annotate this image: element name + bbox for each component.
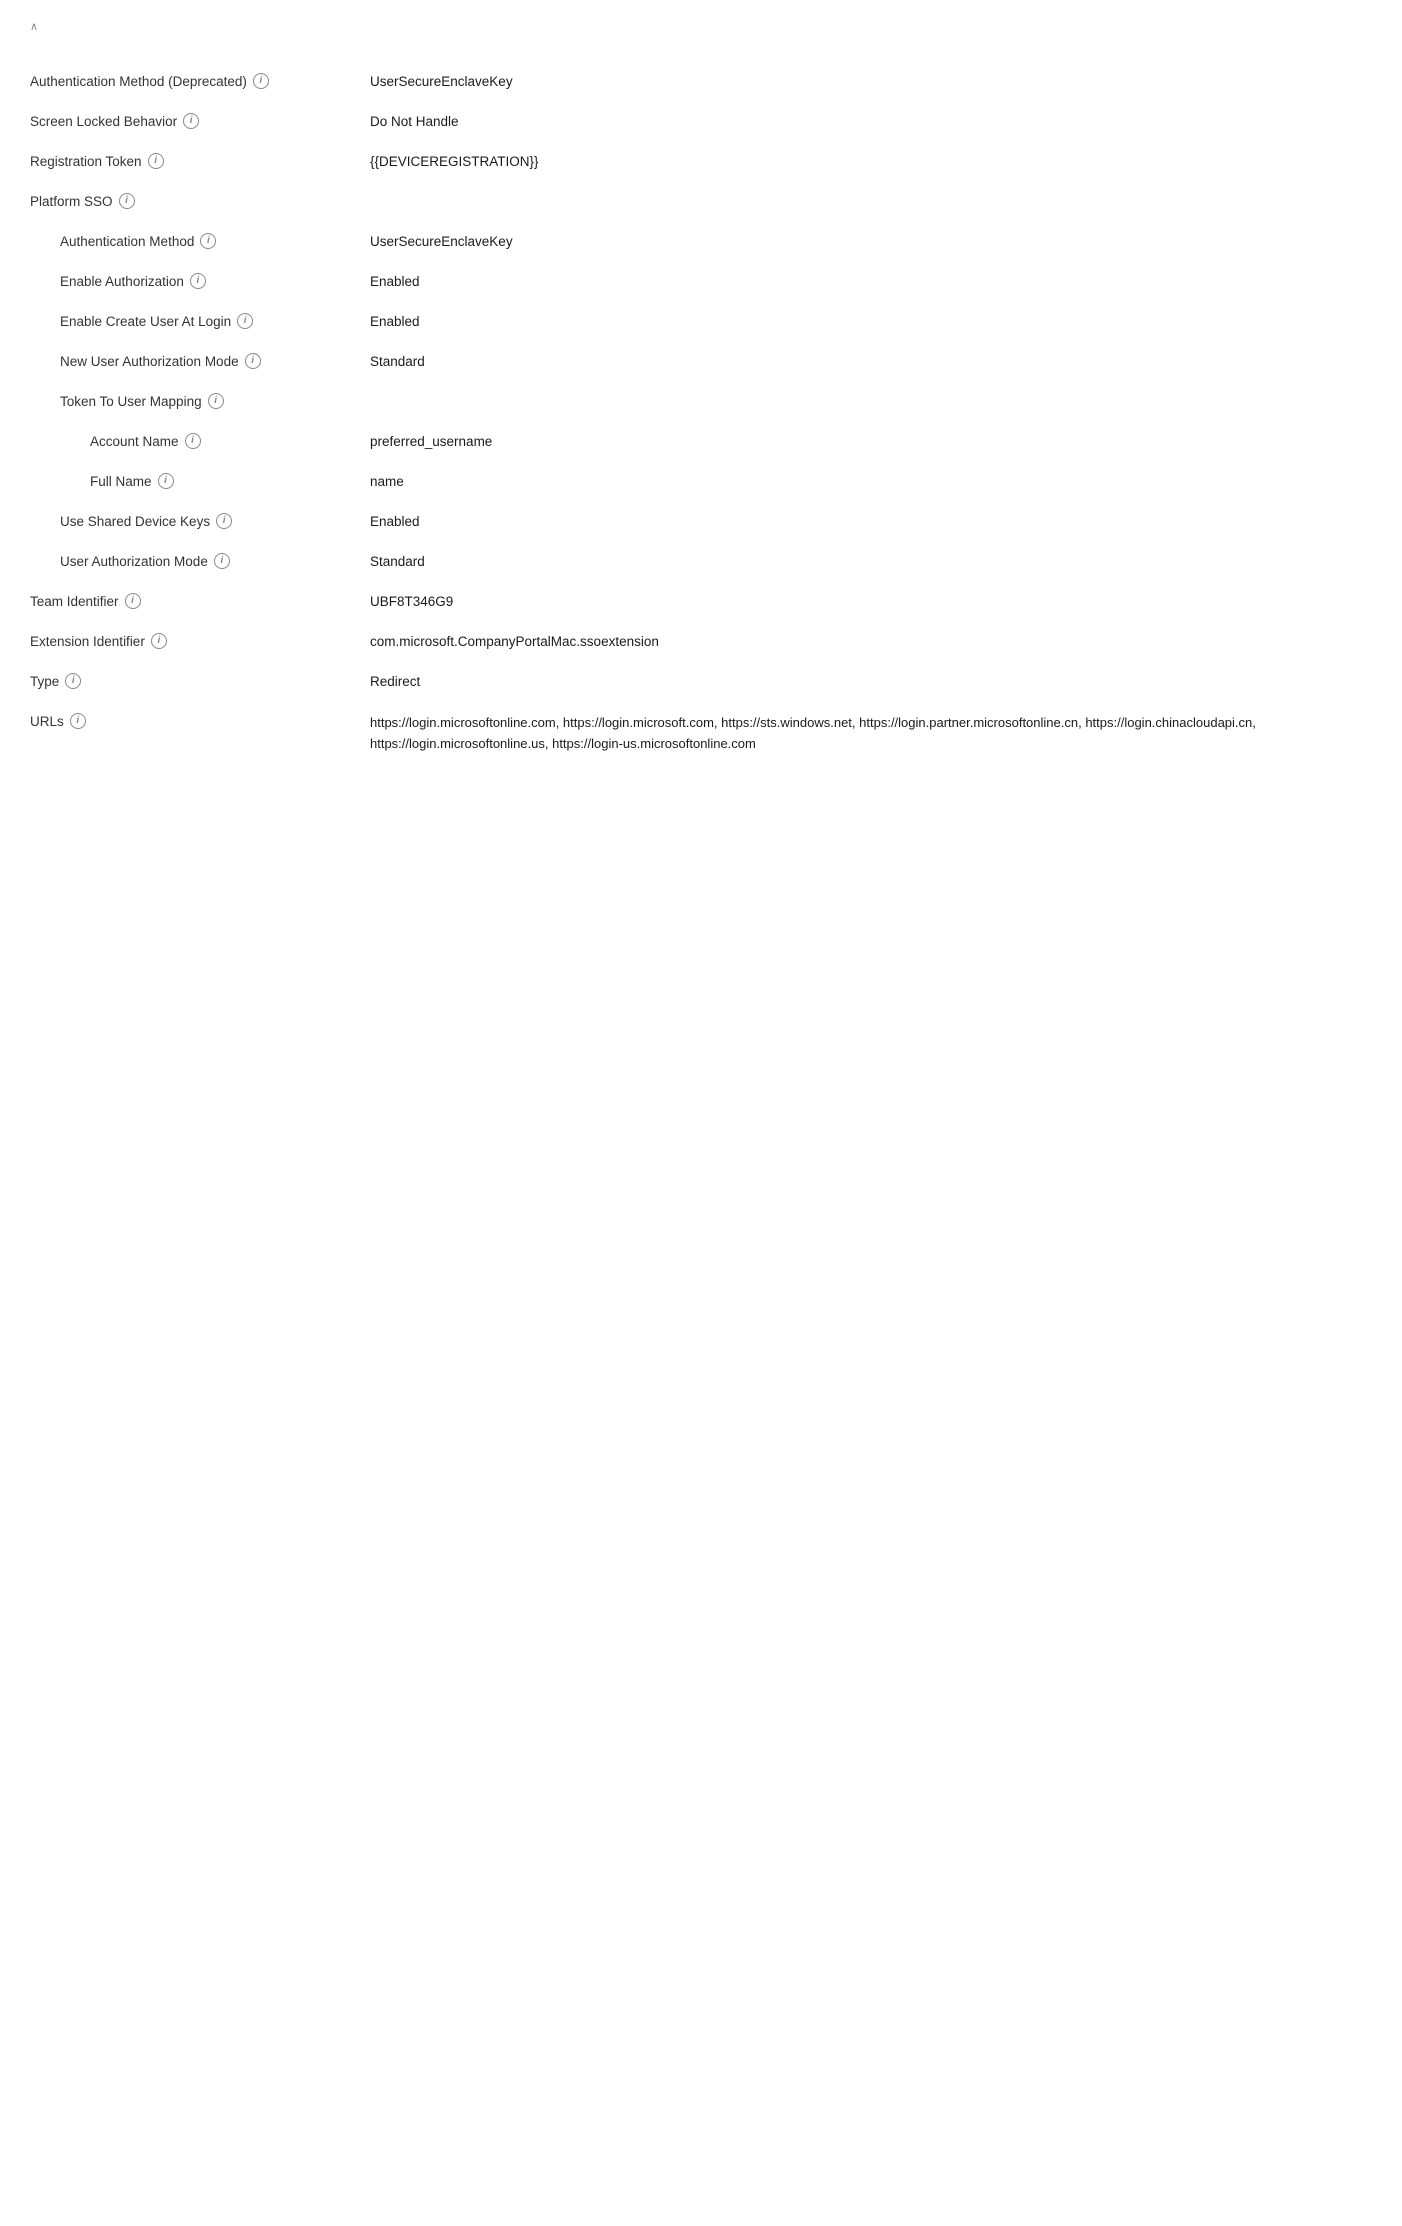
field-label-enable-create-user: Enable Create User At Login i: [30, 313, 370, 329]
field-value-new-user-auth-mode: Standard: [370, 353, 1372, 369]
info-icon-team-identifier[interactable]: i: [125, 593, 141, 609]
field-label-team-identifier: Team Identifier i: [30, 593, 370, 609]
breadcrumb: ∧: [30, 20, 1372, 33]
info-icon-account-name[interactable]: i: [185, 433, 201, 449]
label-text-urls: URLs: [30, 714, 64, 729]
field-label-enable-authorization: Enable Authorization i: [30, 273, 370, 289]
section-label-platform-sso: Platform SSO i: [30, 193, 370, 209]
field-row-team-identifier: Team Identifier i UBF8T346G9: [30, 581, 1372, 621]
field-row-urls: URLs i https://login.microsoftonline.com…: [30, 701, 1372, 767]
breadcrumb-chevron: ∧: [30, 20, 38, 33]
field-value-full-name: name: [370, 473, 1372, 489]
field-row-enable-create-user: Enable Create User At Login i Enabled: [30, 301, 1372, 341]
field-row-auth-method: Authentication Method i UserSecureEnclav…: [30, 221, 1372, 261]
label-text-auth-method: Authentication Method: [60, 234, 194, 249]
field-label-auth-method: Authentication Method i: [30, 233, 370, 249]
field-value-type: Redirect: [370, 673, 1372, 689]
field-value-urls: https://login.microsoftonline.com, https…: [370, 713, 1372, 755]
field-label-registration-token: Registration Token i: [30, 153, 370, 169]
field-value-enable-create-user: Enabled: [370, 313, 1372, 329]
field-label-screen-locked-behavior: Screen Locked Behavior i: [30, 113, 370, 129]
section-label-token-user-mapping: Token To User Mapping i: [30, 393, 370, 409]
field-row-screen-locked-behavior: Screen Locked Behavior i Do Not Handle: [30, 101, 1372, 141]
field-label-full-name: Full Name i: [30, 473, 370, 489]
label-text-new-user-auth-mode: New User Authorization Mode: [60, 354, 239, 369]
label-text-account-name: Account Name: [90, 434, 179, 449]
info-icon-user-auth-mode[interactable]: i: [214, 553, 230, 569]
info-icon-token-user-mapping[interactable]: i: [208, 393, 224, 409]
info-icon-full-name[interactable]: i: [158, 473, 174, 489]
info-icon-urls[interactable]: i: [70, 713, 86, 729]
section-platform-sso: Platform SSO i: [30, 181, 1372, 221]
field-row-full-name: Full Name i name: [30, 461, 1372, 501]
info-icon-type[interactable]: i: [65, 673, 81, 689]
field-value-use-shared-device-keys: Enabled: [370, 513, 1372, 529]
label-text-registration-token: Registration Token: [30, 154, 142, 169]
label-text-user-auth-mode: User Authorization Mode: [60, 554, 208, 569]
field-value-registration-token: {{DEVICEREGISTRATION}}: [370, 153, 1372, 169]
field-label-auth-method-deprecated: Authentication Method (Deprecated) i: [30, 73, 370, 89]
field-row-extension-identifier: Extension Identifier i com.microsoft.Com…: [30, 621, 1372, 661]
info-icon-extension-identifier[interactable]: i: [151, 633, 167, 649]
info-icon-use-shared-device-keys[interactable]: i: [216, 513, 232, 529]
label-text-team-identifier: Team Identifier: [30, 594, 119, 609]
field-value-team-identifier: UBF8T346G9: [370, 593, 1372, 609]
field-label-type: Type i: [30, 673, 370, 689]
fields-container: Authentication Method (Deprecated) i Use…: [30, 61, 1372, 767]
field-value-user-auth-mode: Standard: [370, 553, 1372, 569]
label-text-use-shared-device-keys: Use Shared Device Keys: [60, 514, 210, 529]
label-text-enable-create-user: Enable Create User At Login: [60, 314, 231, 329]
label-text-screen-locked-behavior: Screen Locked Behavior: [30, 114, 177, 129]
label-text-enable-authorization: Enable Authorization: [60, 274, 184, 289]
field-value-auth-method-deprecated: UserSecureEnclaveKey: [370, 73, 1372, 89]
field-label-extension-identifier: Extension Identifier i: [30, 633, 370, 649]
field-value-auth-method: UserSecureEnclaveKey: [370, 233, 1372, 249]
info-icon-registration-token[interactable]: i: [148, 153, 164, 169]
field-row-account-name: Account Name i preferred_username: [30, 421, 1372, 461]
label-text-token-user-mapping: Token To User Mapping: [60, 394, 202, 409]
section-value-token-user-mapping: [370, 393, 1372, 394]
label-text-full-name: Full Name: [90, 474, 152, 489]
section-token-user-mapping: Token To User Mapping i: [30, 381, 1372, 421]
info-icon-enable-create-user[interactable]: i: [237, 313, 253, 329]
field-row-auth-method-deprecated: Authentication Method (Deprecated) i Use…: [30, 61, 1372, 101]
info-icon-auth-method[interactable]: i: [200, 233, 216, 249]
section-value-platform-sso: [370, 193, 1372, 194]
field-label-urls: URLs i: [30, 713, 370, 729]
field-row-type: Type i Redirect: [30, 661, 1372, 701]
field-row-user-auth-mode: User Authorization Mode i Standard: [30, 541, 1372, 581]
info-icon-platform-sso[interactable]: i: [119, 193, 135, 209]
field-value-extension-identifier: com.microsoft.CompanyPortalMac.ssoextens…: [370, 633, 1372, 649]
info-icon-auth-method-deprecated[interactable]: i: [253, 73, 269, 89]
field-label-user-auth-mode: User Authorization Mode i: [30, 553, 370, 569]
field-row-use-shared-device-keys: Use Shared Device Keys i Enabled: [30, 501, 1372, 541]
label-text-extension-identifier: Extension Identifier: [30, 634, 145, 649]
field-value-screen-locked-behavior: Do Not Handle: [370, 113, 1372, 129]
label-text-type: Type: [30, 674, 59, 689]
field-row-enable-authorization: Enable Authorization i Enabled: [30, 261, 1372, 301]
field-row-registration-token: Registration Token i {{DEVICEREGISTRATIO…: [30, 141, 1372, 181]
field-value-enable-authorization: Enabled: [370, 273, 1372, 289]
field-value-account-name: preferred_username: [370, 433, 1372, 449]
label-text-platform-sso: Platform SSO: [30, 194, 113, 209]
info-icon-enable-authorization[interactable]: i: [190, 273, 206, 289]
field-row-new-user-auth-mode: New User Authorization Mode i Standard: [30, 341, 1372, 381]
info-icon-new-user-auth-mode[interactable]: i: [245, 353, 261, 369]
info-icon-screen-locked-behavior[interactable]: i: [183, 113, 199, 129]
field-label-new-user-auth-mode: New User Authorization Mode i: [30, 353, 370, 369]
field-label-account-name: Account Name i: [30, 433, 370, 449]
label-text-auth-method-deprecated: Authentication Method (Deprecated): [30, 74, 247, 89]
field-label-use-shared-device-keys: Use Shared Device Keys i: [30, 513, 370, 529]
